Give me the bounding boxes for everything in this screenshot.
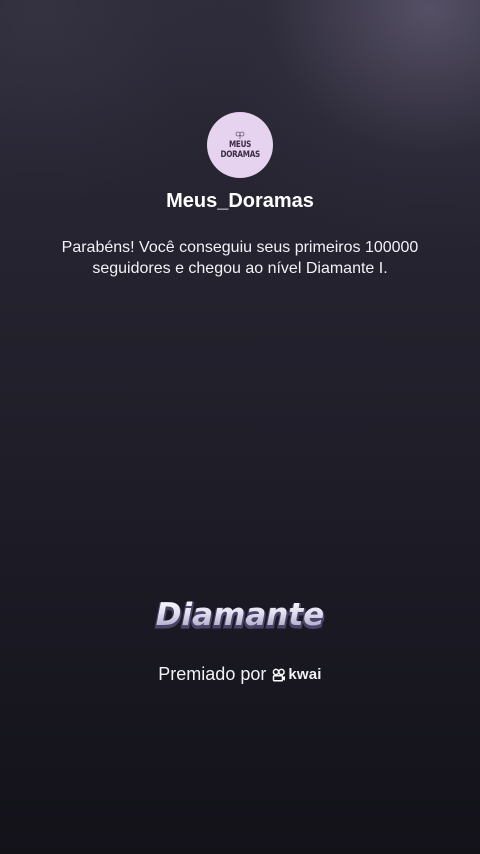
kwai-logo: kwai bbox=[272, 666, 321, 683]
awarded-by-label: Premiado por bbox=[158, 664, 267, 684]
avatar-text-line1: MEUS bbox=[228, 139, 252, 150]
avatar-text-line2: DORAMAS bbox=[220, 149, 260, 160]
profile-name[interactable]: Meus_Doramas bbox=[0, 190, 480, 213]
badge: Diamante Diamante bbox=[140, 592, 340, 642]
clover-icon bbox=[235, 131, 245, 139]
awarded-by: Premiado por kwai bbox=[0, 664, 480, 685]
kwai-logo-icon bbox=[273, 668, 286, 682]
kwai-brand-text: kwai bbox=[288, 666, 322, 683]
congratulation-message: Parabéns! Você conseguiu seus primeiros … bbox=[61, 239, 419, 277]
avatar[interactable]: MEUS DORAMAS bbox=[207, 112, 273, 178]
badge-title-graphic: Diamante Diamante bbox=[154, 597, 325, 637]
badge-title: Diamante bbox=[156, 597, 324, 633]
